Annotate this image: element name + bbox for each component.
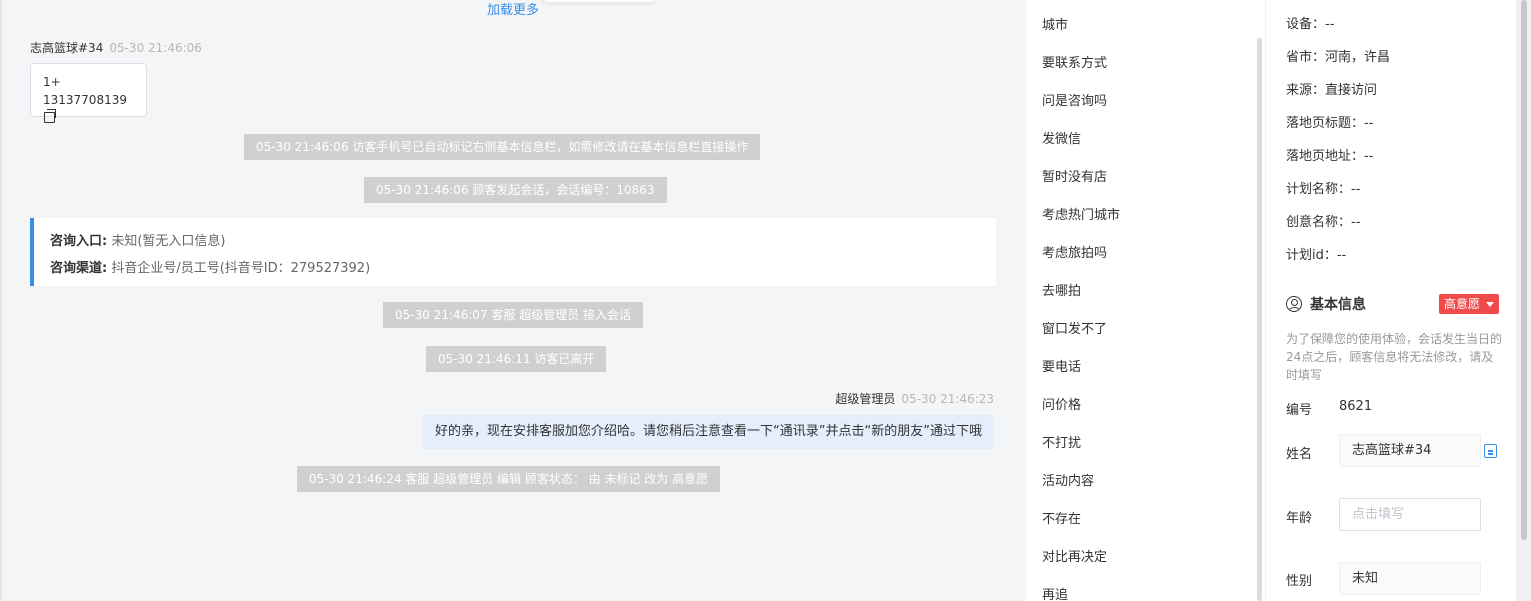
agent-message-header: 超级管理员 05-30 21:46:23 [835,390,994,407]
quick-reply-item[interactable]: 暂时没有店 [1042,166,1107,185]
info-device: 设备：-- [1286,17,1335,32]
quick-reply-item[interactable]: 考虑热门城市 [1042,204,1120,223]
quick-reply-item[interactable]: 窗口发不了 [1042,318,1107,337]
info-province-city: 省市：河南，许昌 [1286,50,1391,65]
name-label: 姓名 [1286,447,1313,462]
info-landing-title: 落地页标题：-- [1286,116,1374,131]
system-message: 05-30 21:46:11 访客已离开 [426,346,607,372]
consult-entry-card: 咨询入口: 未知(暂无入口信息) 咨询渠道: 抖音企业号/员工号(抖音号ID：2… [30,218,996,286]
age-label: 年龄 [1286,511,1313,526]
visitor-message-line1: 1+ [43,75,61,89]
channel-label: 咨询渠道: [50,261,108,276]
system-message: 05-30 21:46:06 访客手机号已自动标记右侧基本信息栏，如需修改请在基… [244,134,761,160]
info-landing-url: 落地页地址：-- [1286,149,1374,164]
entry-label: 咨询入口: [50,234,108,249]
quick-reply-item[interactable]: 要电话 [1042,356,1081,375]
quick-reply-item[interactable]: 城市 [1042,14,1068,33]
visitor-message-time: 05-30 21:46:06 [109,41,202,55]
intent-status-dropdown[interactable]: 高意愿 [1439,294,1499,314]
gender-label: 性别 [1286,574,1313,589]
basic-info-title-text: 基本信息 [1310,297,1366,313]
entry-value: 未知(暂无入口信息) [111,234,226,249]
quick-reply-item[interactable]: 去哪拍 [1042,280,1081,299]
info-plan-name: 计划名称：-- [1286,182,1361,197]
quick-reply-item[interactable]: 问价格 [1042,394,1081,413]
copy-icon[interactable] [44,109,56,123]
system-message: 05-30 21:46:07 客服 超级管理员 接入会话 [383,302,644,328]
info-creative-name: 创意名称：-- [1286,215,1361,230]
info-source: 来源：直接访问 [1286,83,1378,98]
quick-reply-item[interactable]: 对比再决定 [1042,546,1107,565]
agent-name: 超级管理员 [835,392,896,406]
quick-reply-item[interactable]: 不存在 [1042,508,1081,527]
info-panel-scrollbar[interactable] [1516,0,1531,601]
channel-value: 抖音企业号/员工号(抖音号ID：279527392) [111,261,371,276]
intent-status-label: 高意愿 [1444,297,1481,311]
basic-info-title: 基本信息 [1286,294,1366,314]
quick-reply-item[interactable]: 不打扰 [1042,432,1081,451]
quick-reply-list: 城市 要联系方式 问是咨询吗 发微信 暂时没有店 考虑热门城市 考虑旅拍吗 去哪… [1026,0,1266,601]
name-field[interactable]: 志高篮球#34 [1339,434,1481,467]
visitor-phone-number: 13137708139 [43,93,127,107]
edit-deadline-note: 为了保障您的使用体验，会话发生当日的24点之后，顾客信息将无法修改，请及时填写 [1286,332,1503,382]
floating-panel-edge [542,0,657,2]
quick-reply-item[interactable]: 考虑旅拍吗 [1042,242,1107,261]
copy-icon[interactable] [1481,444,1497,459]
visitor-info-panel: 设备：-- 省市：河南，许昌 来源：直接访问 落地页标题：-- 落地页地址：--… [1266,0,1516,601]
quick-reply-item[interactable]: 活动内容 [1042,470,1094,489]
visitor-message-header: 志高篮球#34 05-30 21:46:06 [30,39,202,56]
system-message: 05-30 21:46:06 顾客发起会话，会话编号：10863 [364,177,667,203]
quick-reply-item[interactable]: 问是咨询吗 [1042,90,1107,109]
user-circle-icon [1286,296,1302,312]
chat-panel: 加载更多 志高篮球#34 05-30 21:46:06 1+ 1313770813… [0,0,1026,601]
age-input[interactable] [1352,499,1468,530]
caret-down-icon [1486,302,1494,307]
system-message: 05-30 21:46:24 客服 超级管理员 编辑 顾客状态： 由 未标记 改… [297,466,721,492]
gender-select[interactable]: 未知 [1339,562,1481,595]
quick-reply-item[interactable]: 再追 [1042,584,1068,601]
info-plan-id: 计划id：-- [1286,248,1347,263]
agent-message-bubble: 好的亲，现在安排客服加您介绍哈。请您稍后注意查看一下“通讯录”并点击“新的朋友”… [423,415,994,449]
agent-message-time: 05-30 21:46:23 [901,392,994,406]
quick-reply-item[interactable]: 发微信 [1042,128,1081,147]
visitor-name: 志高篮球#34 [30,41,104,55]
id-label: 编号 [1286,403,1313,418]
scrollbar-thumb[interactable] [1521,0,1527,540]
quick-reply-item[interactable]: 要联系方式 [1042,52,1107,71]
visitor-message-bubble: 1+ 13137708139 [30,63,147,123]
load-more-link[interactable]: 加载更多 [487,0,539,18]
age-field-box [1339,498,1481,531]
id-value: 8621 [1339,399,1373,414]
quick-reply-scrollbar[interactable] [1257,38,1262,601]
